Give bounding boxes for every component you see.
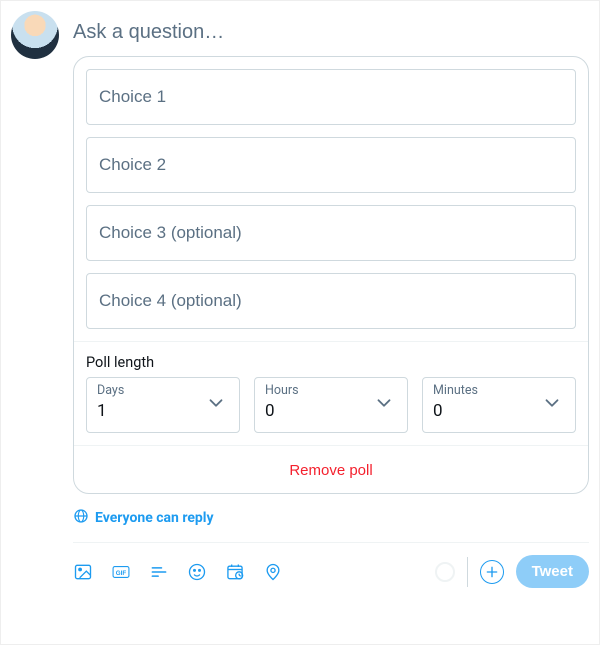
avatar[interactable] xyxy=(11,11,59,59)
poll-hours-select[interactable]: Hours 0 xyxy=(254,377,408,433)
media-icon[interactable] xyxy=(73,562,93,582)
schedule-icon[interactable] xyxy=(225,562,245,582)
chevron-down-icon xyxy=(373,392,395,418)
svg-text:GIF: GIF xyxy=(116,569,127,576)
toolbar-icons: GIF xyxy=(73,562,283,582)
location-icon[interactable] xyxy=(263,562,283,582)
poll-length-label: Poll length xyxy=(86,354,576,371)
toolbar-divider xyxy=(467,557,468,587)
chevron-down-icon xyxy=(541,392,563,418)
gif-icon[interactable]: GIF xyxy=(111,562,131,582)
poll-choice-1-input[interactable] xyxy=(86,69,576,125)
remove-poll-block: Remove poll xyxy=(74,446,588,493)
globe-icon xyxy=(73,508,89,528)
reply-settings[interactable]: Everyone can reply xyxy=(73,494,589,543)
poll-days-select[interactable]: Days 1 xyxy=(86,377,240,433)
composer-toolbar: GIF Tweet xyxy=(73,543,589,588)
poll-choices xyxy=(74,57,588,342)
poll-choice-4-input[interactable] xyxy=(86,273,576,329)
poll-choice-3-input[interactable] xyxy=(86,205,576,261)
composer-main: Poll length Days 1 Hours 0 xyxy=(73,11,589,588)
add-tweet-button[interactable] xyxy=(480,560,504,584)
poll-length-block: Poll length Days 1 Hours 0 xyxy=(74,342,588,446)
poll-length-row: Days 1 Hours 0 Minutes xyxy=(86,377,576,433)
poll-choice-2-input[interactable] xyxy=(86,137,576,193)
reply-settings-label: Everyone can reply xyxy=(95,510,214,526)
char-progress-circle xyxy=(435,562,455,582)
tweet-composer: Poll length Days 1 Hours 0 xyxy=(11,11,589,588)
emoji-icon[interactable] xyxy=(187,562,207,582)
poll-question-input[interactable] xyxy=(73,11,589,56)
poll-minutes-select[interactable]: Minutes 0 xyxy=(422,377,576,433)
poll-card: Poll length Days 1 Hours 0 xyxy=(73,56,589,494)
poll-icon[interactable] xyxy=(149,562,169,582)
remove-poll-button[interactable]: Remove poll xyxy=(289,462,372,479)
chevron-down-icon xyxy=(205,392,227,418)
tweet-button[interactable]: Tweet xyxy=(516,555,589,588)
